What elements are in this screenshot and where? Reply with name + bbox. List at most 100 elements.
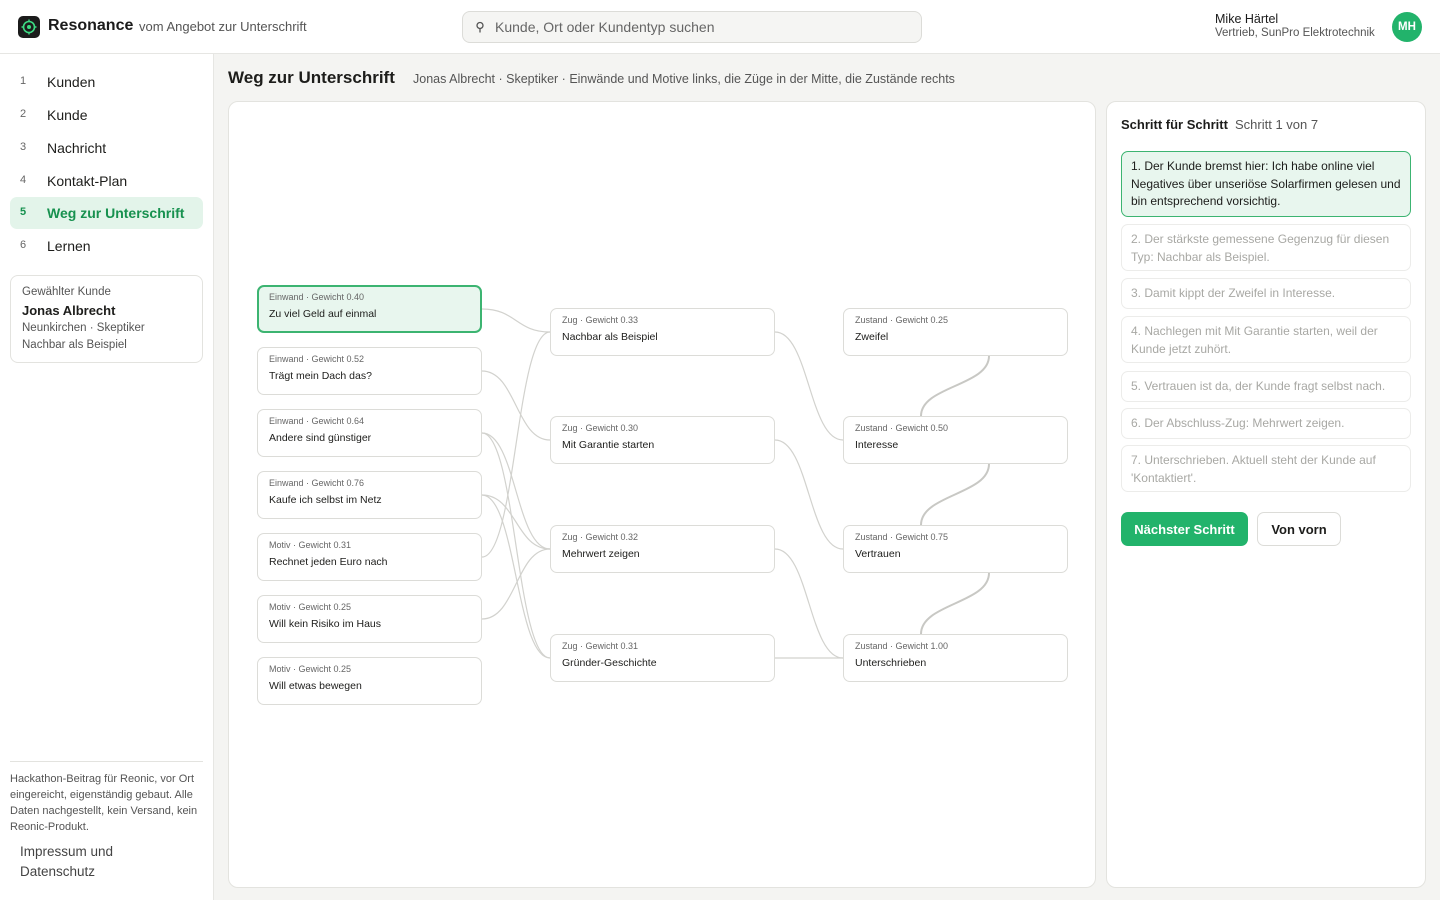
steps-counter: Schritt 1 von 7 xyxy=(1235,117,1319,132)
brand-name[interactable]: Resonance xyxy=(48,17,133,35)
sidebar-item-kunde[interactable]: 2 Kunde xyxy=(10,99,203,131)
node-label: Rechnet jeden Euro nach xyxy=(269,556,388,568)
graph-node-z1[interactable]: Zug · Gewicht 0.33 Nachbar als Beispiel xyxy=(550,308,775,356)
node-meta: Zustand · Gewicht 0.75 xyxy=(855,532,949,542)
nav-number: 4 xyxy=(20,174,27,186)
nav-number: 3 xyxy=(20,141,27,153)
node-meta: Zug · Gewicht 0.32 xyxy=(562,532,639,542)
node-meta: Motiv · Gewicht 0.31 xyxy=(269,540,352,550)
node-meta: Motiv · Gewicht 0.25 xyxy=(269,602,352,612)
avatar[interactable]: MH xyxy=(1392,12,1422,42)
nav-number: 5 xyxy=(20,206,27,218)
node-label: Zu viel Geld auf einmal xyxy=(269,308,377,320)
step-item-4[interactable]: 4. Nachlegen mit Mit Garantie starten, w… xyxy=(1121,316,1411,363)
sidebar-item-kontakt-plan[interactable]: 4 Kontakt-Plan xyxy=(10,165,203,197)
graph-edge xyxy=(920,572,990,635)
node-label: Gründer-Geschichte xyxy=(562,657,657,669)
node-label: Mehrwert zeigen xyxy=(562,548,640,560)
sidebar-item-nachricht[interactable]: 3 Nachricht xyxy=(10,132,203,164)
next-step-button[interactable]: Nächster Schritt xyxy=(1121,512,1248,546)
steps-panel: Schritt für Schritt Schritt 1 von 7 Näch… xyxy=(1106,101,1426,888)
graph-edge xyxy=(920,355,990,417)
graph-node-m1[interactable]: Motiv · Gewicht 0.31 Rechnet jeden Euro n… xyxy=(257,533,482,581)
page-subtitle: Jonas Albrecht · Skeptiker · Einwände un… xyxy=(413,72,955,86)
graph-edge xyxy=(774,548,844,659)
page-title: Weg zur Unterschrift xyxy=(228,68,395,87)
step-item-7[interactable]: 7. Unterschrieben. Aktuell steht der Kun… xyxy=(1121,445,1411,492)
nav-label: Kontakt-Plan xyxy=(47,173,128,189)
step-item-5[interactable]: 5. Vertrauen ist da, der Kunde fragt sel… xyxy=(1121,371,1411,402)
nav-label: Weg zur Unterschrift xyxy=(47,205,185,221)
graph-edge xyxy=(774,331,844,441)
nav-number: 2 xyxy=(20,108,27,120)
graph-node-e4[interactable]: Einwand · Gewicht 0.76 Kaufe ich selbst i… xyxy=(257,471,482,519)
search-box[interactable] xyxy=(462,11,922,43)
node-label: Interesse xyxy=(855,439,899,451)
graph-edge xyxy=(481,331,551,558)
step-item-6[interactable]: 6. Der Abschluss-Zug: Mehrwert zeigen. xyxy=(1121,408,1411,439)
graph-node-s1[interactable]: Zustand · Gewicht 0.25 Zweifel xyxy=(843,308,1068,356)
selected-customer-card[interactable]: Gewählter Kunde Jonas Albrecht Neunkirch… xyxy=(10,275,203,363)
customer-location-type: Neunkirchen · Skeptiker xyxy=(22,322,145,334)
graph-edge xyxy=(481,494,551,550)
graph-edge xyxy=(920,463,990,526)
node-label: Nachbar als Beispiel xyxy=(562,331,658,343)
footer-note: Hackathon-Beitrag für Reonic, vor Ort ei… xyxy=(10,773,198,833)
graph-node-z4[interactable]: Zug · Gewicht 0.31 Gründer-Geschichte xyxy=(550,634,775,682)
customer-best-move: Nachbar als Beispiel xyxy=(22,339,127,351)
logo-icon[interactable] xyxy=(18,16,40,38)
customer-name: Jonas Albrecht xyxy=(22,303,116,318)
step-item-2[interactable]: 2. Der stärkste gemessene Gegenzug für d… xyxy=(1121,224,1411,271)
node-meta: Zug · Gewicht 0.31 xyxy=(562,641,639,651)
node-label: Kaufe ich selbst im Netz xyxy=(269,494,382,506)
sidebar: 1 Kunden 2 Kunde 3 Nachricht 4 Kontakt-P… xyxy=(0,54,214,900)
search-input[interactable] xyxy=(495,12,915,42)
node-meta: Zustand · Gewicht 1.00 xyxy=(855,641,949,651)
graph-node-z2[interactable]: Zug · Gewicht 0.30 Mit Garantie starten xyxy=(550,416,775,464)
graph-node-e1[interactable]: Einwand · Gewicht 0.40 Zu viel Geld auf e… xyxy=(257,285,482,333)
graph-node-e3[interactable]: Einwand · Gewicht 0.64 Andere sind günsti… xyxy=(257,409,482,457)
sidebar-item-kunden[interactable]: 1 Kunden xyxy=(10,66,203,98)
restart-button[interactable]: Von vorn xyxy=(1257,512,1341,546)
node-label: Zweifel xyxy=(855,331,889,343)
sidebar-item-lernen[interactable]: 6 Lernen xyxy=(10,230,203,262)
node-label: Will kein Risiko im Haus xyxy=(269,618,382,630)
imprint-link[interactable]: Impressum und Datenschutz xyxy=(20,842,190,882)
graph-node-m2[interactable]: Motiv · Gewicht 0.25 Will kein Risiko im … xyxy=(257,595,482,643)
node-meta: Motiv · Gewicht 0.25 xyxy=(269,664,352,674)
node-meta: Einwand · Gewicht 0.64 xyxy=(269,416,365,426)
nav-label: Lernen xyxy=(47,238,91,254)
graph-edge xyxy=(481,548,551,620)
customer-card-title: Gewählter Kunde xyxy=(22,286,111,298)
graph-node-e2[interactable]: Einwand · Gewicht 0.52 Trägt mein Dach da… xyxy=(257,347,482,395)
graph-node-z3[interactable]: Zug · Gewicht 0.32 Mehrwert zeigen xyxy=(550,525,775,573)
node-label: Mit Garantie starten xyxy=(562,439,655,451)
nav-label: Kunden xyxy=(47,74,96,90)
node-label: Will etwas bewegen xyxy=(269,680,362,692)
node-meta: Einwand · Gewicht 0.40 xyxy=(269,292,365,302)
graph-edge xyxy=(481,308,551,333)
node-meta: Zustand · Gewicht 0.50 xyxy=(855,423,949,433)
graph-node-s3[interactable]: Zustand · Gewicht 0.75 Vertrauen xyxy=(843,525,1068,573)
node-meta: Zustand · Gewicht 0.25 xyxy=(855,315,949,325)
node-meta: Zug · Gewicht 0.30 xyxy=(562,423,639,433)
step-item-3[interactable]: 3. Damit kippt der Zweifel in Interesse. xyxy=(1121,278,1411,309)
graph-node-s2[interactable]: Zustand · Gewicht 0.50 Interesse xyxy=(843,416,1068,464)
graph-node-m3[interactable]: Motiv · Gewicht 0.25 Will etwas bewegen xyxy=(257,657,482,705)
path-graph: Einwand · Gewicht 0.40 Zu viel Geld auf e… xyxy=(228,101,1096,888)
node-meta: Einwand · Gewicht 0.76 xyxy=(269,478,365,488)
node-label: Andere sind günstiger xyxy=(269,432,372,444)
sidebar-divider xyxy=(10,761,203,762)
sidebar-item-weg-zur-unterschrift[interactable]: 5 Weg zur Unterschrift xyxy=(10,197,203,229)
graph-edge xyxy=(481,494,551,659)
node-meta: Einwand · Gewicht 0.52 xyxy=(269,354,365,364)
graph-node-s4[interactable]: Zustand · Gewicht 1.00 Unterschrieben xyxy=(843,634,1068,682)
nav-label: Nachricht xyxy=(47,140,107,156)
graph-edge xyxy=(481,432,551,550)
top-bar: Resonance vom Angebot zur Unterschrift M… xyxy=(0,0,1440,54)
user-name: Mike Härtel xyxy=(1215,12,1279,26)
step-item-1[interactable]: 1. Der Kunde bremst hier: Ich habe onlin… xyxy=(1121,151,1411,217)
graph-edge xyxy=(774,439,844,550)
user-role: Vertrieb, SunPro Elektrotechnik xyxy=(1215,27,1375,39)
graph-edge xyxy=(481,370,551,441)
